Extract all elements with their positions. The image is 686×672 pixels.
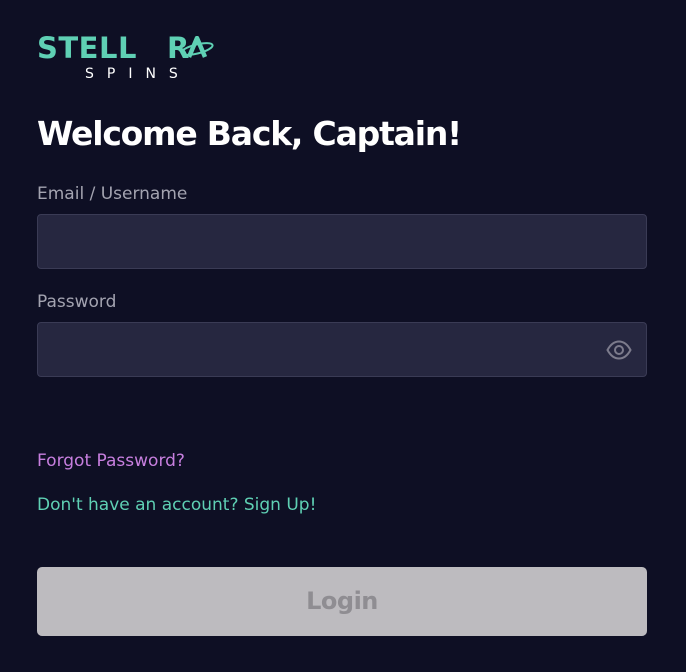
logo-wordmark: STELL R [37,32,190,64]
login-page: STELL R SPINS Welcome Back, Captain! Emai… [0,0,686,672]
forgot-password-link[interactable]: Forgot Password? [37,450,185,472]
password-field[interactable] [38,323,646,376]
logo-wordmark-left: STELL [37,31,137,65]
email-label: Email / Username [37,184,188,204]
logo-subtitle: SPINS [85,66,191,82]
email-field[interactable] [38,215,646,268]
email-field-container [37,214,647,269]
password-label: Password [37,292,117,312]
sign-up-link[interactable]: Don't have an account? Sign Up! [37,494,316,516]
planet-ring-a-icon [180,36,214,58]
page-title: Welcome Back, Captain! [37,114,462,153]
show-password-toggle[interactable] [606,338,632,362]
eye-icon [606,340,632,360]
login-button[interactable]: Login [37,567,647,636]
stellar-spins-logo: STELL R SPINS [37,32,239,84]
password-field-container [37,322,647,377]
